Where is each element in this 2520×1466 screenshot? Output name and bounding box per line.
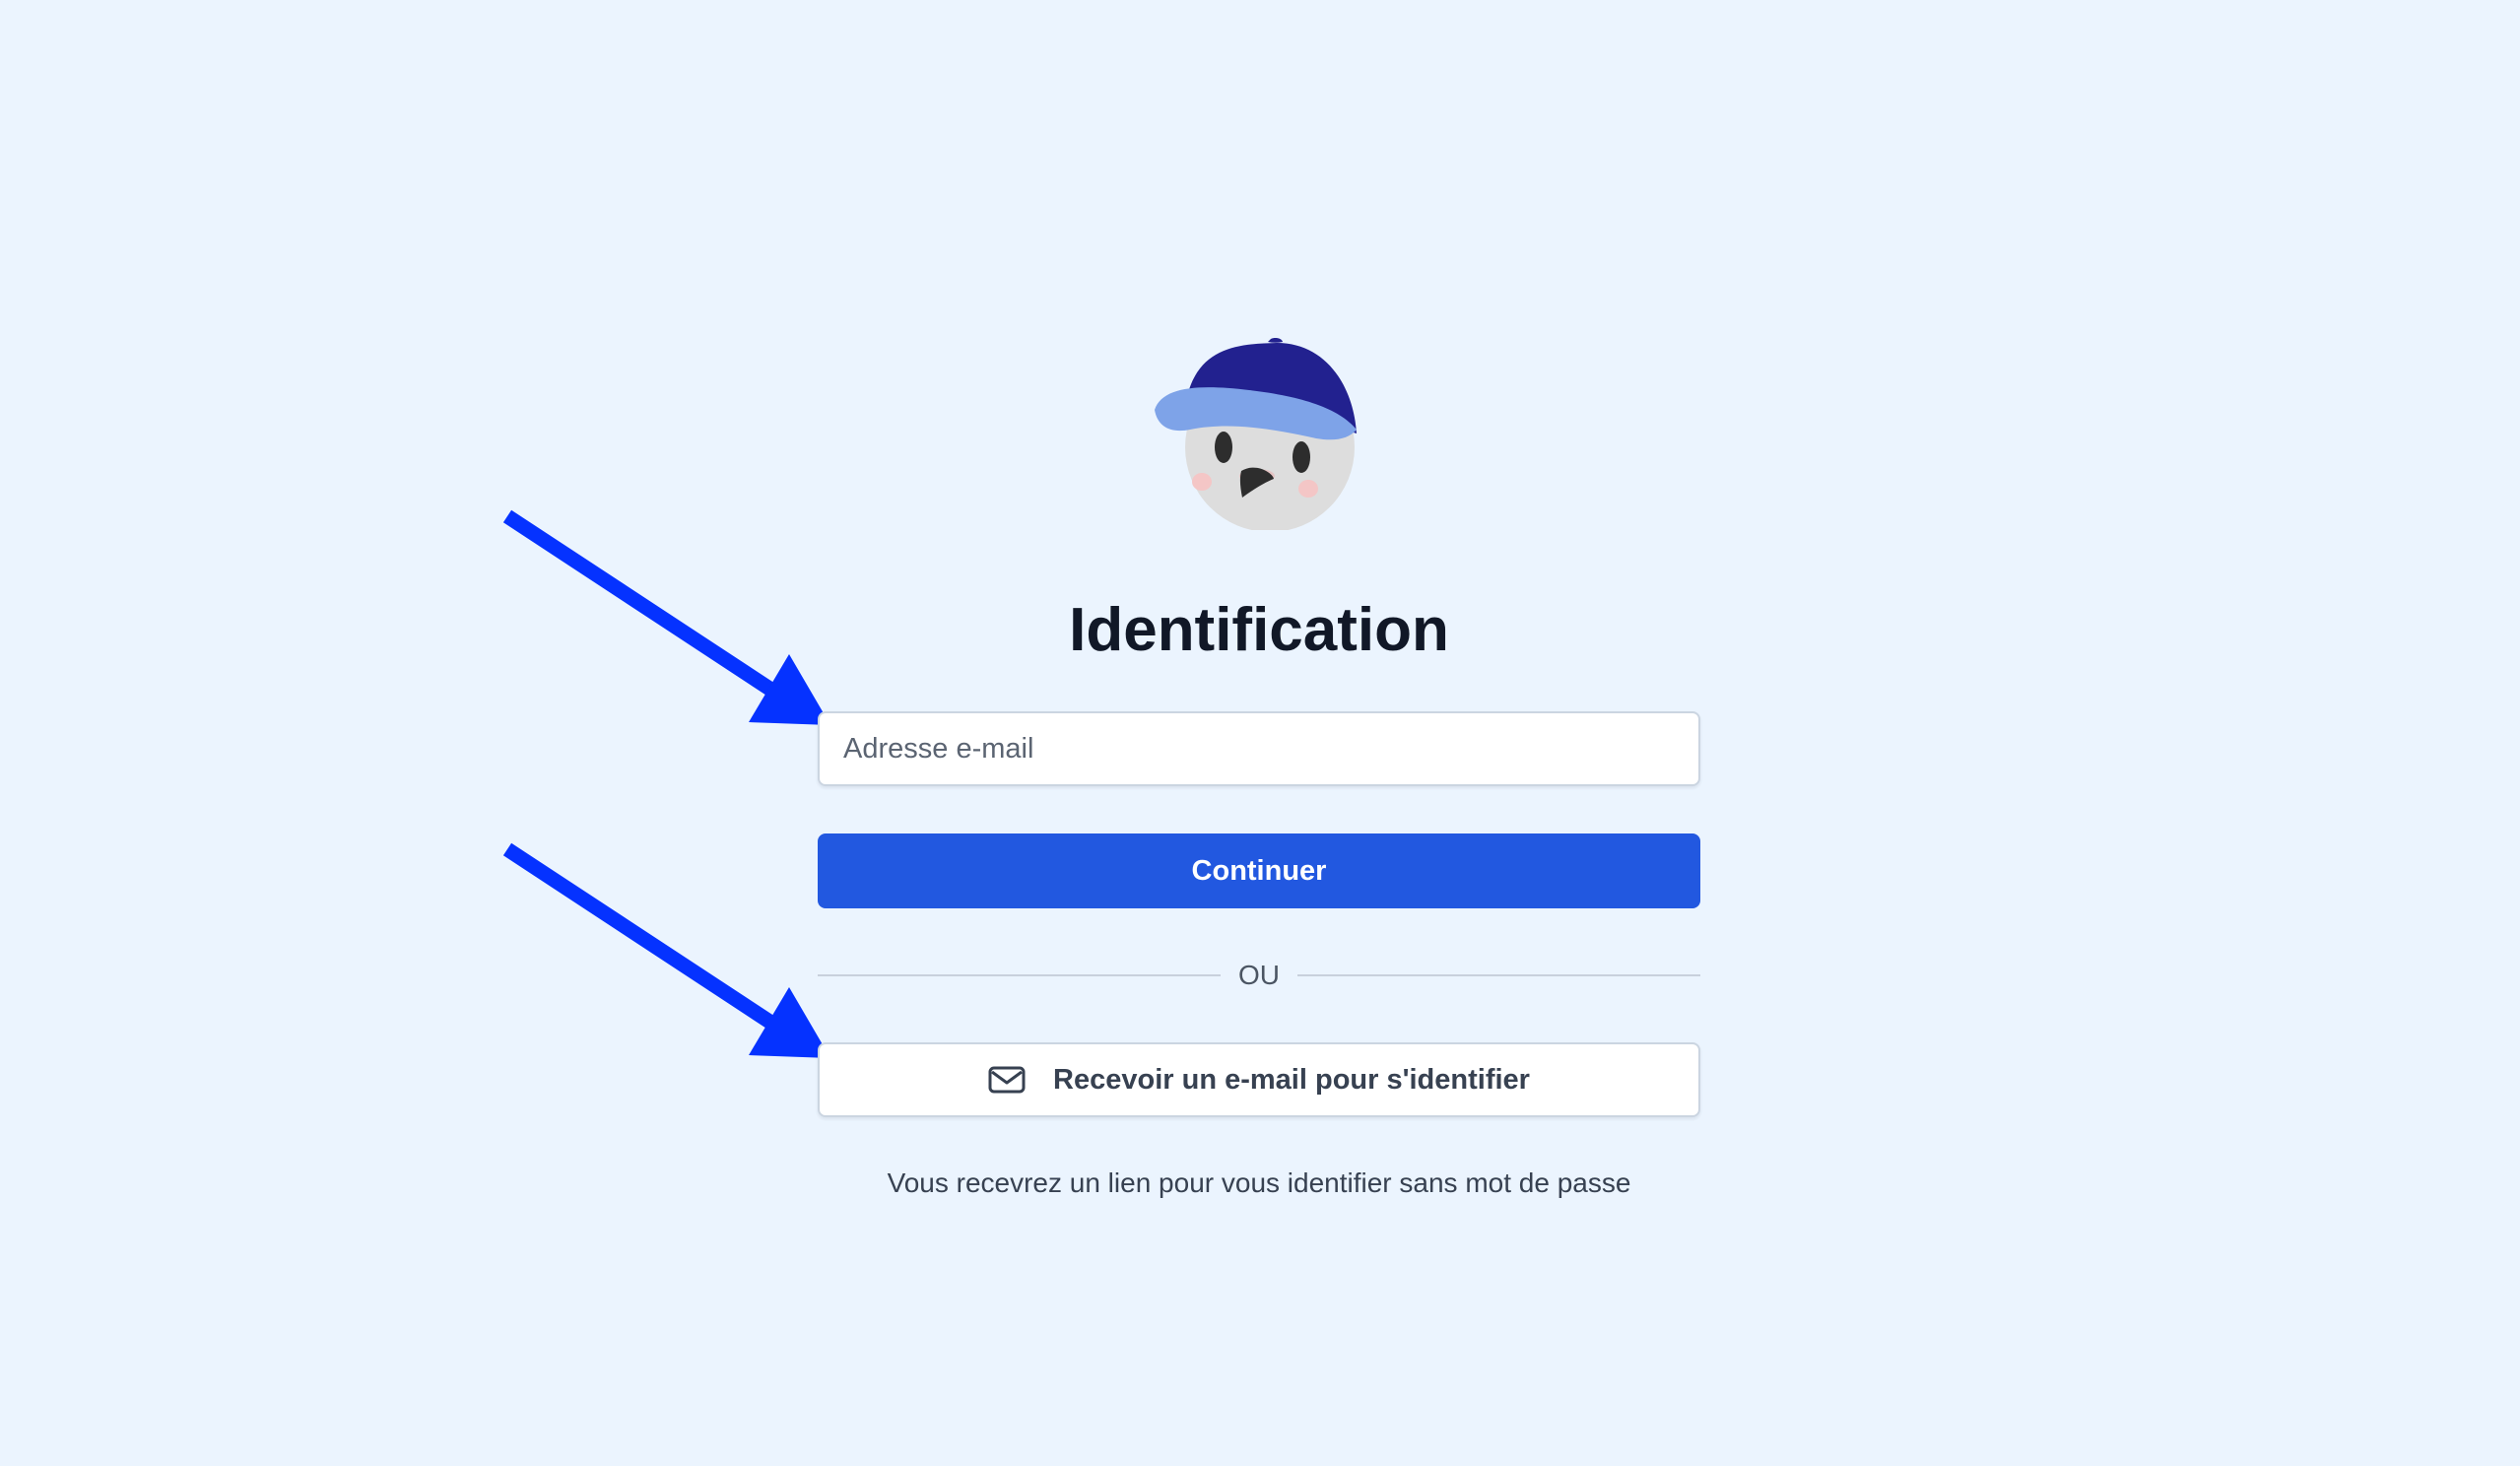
page-title: Identification (1069, 596, 1449, 664)
continue-button[interactable]: Continuer (818, 833, 1700, 908)
cap-mascot-icon (1155, 338, 1357, 530)
arrow-icon (502, 842, 830, 1058)
arrow-icon (502, 509, 830, 725)
separator-label: OU (1238, 960, 1280, 990)
separator-line-left (818, 974, 1221, 976)
email-login-link-label: Recevoir un e-mail pour s'identifier (1053, 1063, 1530, 1096)
mail-icon (988, 1066, 1026, 1094)
separator-line-right (1297, 974, 1700, 976)
or-separator: OU (818, 956, 1700, 995)
email-input[interactable] (818, 711, 1700, 786)
email-login-link-button[interactable]: Recevoir un e-mail pour s'identifier (818, 1042, 1700, 1117)
magic-link-helper-text: Vous recevrez un lien pour vous identifi… (887, 1167, 1631, 1198)
